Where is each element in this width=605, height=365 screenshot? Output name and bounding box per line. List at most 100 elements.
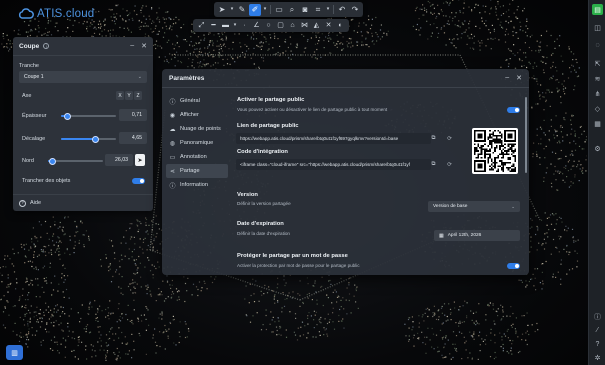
- help-icon[interactable]: ?: [592, 339, 603, 350]
- share-link-field[interactable]: https://webapp.atis.cloud/prism/share/bt…: [236, 133, 431, 144]
- refresh-icon[interactable]: ⟳: [445, 160, 454, 169]
- save-icon[interactable]: ▤: [592, 4, 603, 15]
- volume-icon[interactable]: ⌂: [287, 20, 298, 31]
- brush-icon[interactable]: ✐: [249, 3, 261, 16]
- chevron-down-icon[interactable]: ▾: [232, 20, 238, 31]
- version-select[interactable]: Version de base ⌄: [428, 201, 520, 212]
- search-icon[interactable]: ⌕: [286, 4, 298, 16]
- nord-input[interactable]: 26,03: [105, 154, 133, 166]
- password-toggle[interactable]: [507, 263, 520, 269]
- measure-toolbar: ⤢ ━ ▬ ▾ · ∠ ○ ▢ ⌂ ⋈ ◭ ✕ ◐: [193, 19, 349, 32]
- keyboard-icon[interactable]: ▦: [592, 118, 603, 129]
- circle-icon[interactable]: ○: [263, 20, 274, 31]
- minimize-icon[interactable]: –: [505, 74, 509, 82]
- epaisseur-input[interactable]: 0,71: [119, 109, 147, 121]
- info-icon[interactable]: i: [43, 43, 50, 49]
- cursor-icon[interactable]: ➤: [216, 4, 228, 16]
- embed-code-field[interactable]: <iframe class="cloud-iframe" src="https:…: [236, 159, 431, 170]
- visibility-icon[interactable]: ◐: [335, 20, 346, 31]
- nav-nuage-de-points[interactable]: ☁ Nuage de points: [166, 122, 228, 136]
- nav-general[interactable]: ⓘ Général: [166, 94, 228, 108]
- nav-annotation[interactable]: ▭ Annotation: [166, 150, 228, 164]
- qr-code-image: [474, 130, 516, 172]
- help-icon[interactable]: ?: [19, 199, 26, 207]
- decalage-input[interactable]: 4,65: [119, 132, 147, 144]
- chevron-down-icon[interactable]: ▾: [229, 4, 235, 16]
- share-title: Activer le partage public: [237, 97, 305, 103]
- public-share-toggle[interactable]: [507, 107, 520, 113]
- crop-icon[interactable]: ⌗: [312, 4, 324, 16]
- info-icon: ⓘ: [169, 99, 176, 106]
- pencil-icon[interactable]: ✎: [236, 4, 248, 16]
- comment-icon[interactable]: ▭: [273, 4, 285, 16]
- height-icon[interactable]: ◭: [311, 20, 322, 31]
- measure-distance-icon[interactable]: ⤢: [196, 20, 207, 31]
- gear-icon[interactable]: ✲: [592, 352, 603, 363]
- nord-slider[interactable]: [48, 157, 103, 165]
- cloud-logo-icon: [18, 8, 34, 20]
- nav-information[interactable]: ⓘ Information: [166, 178, 228, 192]
- expiry-title: Date d'expiration: [237, 221, 284, 227]
- measure-segment-icon[interactable]: ▬: [220, 20, 231, 31]
- cube-icon[interactable]: ◇: [592, 103, 603, 114]
- info-icon[interactable]: ⓘ: [592, 311, 603, 322]
- area-icon[interactable]: ▢: [275, 20, 286, 31]
- settings-scrollbar[interactable]: [525, 97, 527, 173]
- copy-icon[interactable]: ⧉: [429, 160, 438, 169]
- angle-icon[interactable]: ∠: [251, 20, 262, 31]
- tranche-select[interactable]: Coupe 1 ⌄: [19, 71, 147, 83]
- north-arrow-icon[interactable]: ➤: [135, 154, 145, 166]
- chevron-down-icon[interactable]: ▾: [262, 4, 268, 16]
- expiry-date-picker[interactable]: ▦ April 12th, 2026: [434, 230, 520, 241]
- nav-afficher[interactable]: ◉ Afficher: [166, 108, 228, 122]
- profile-icon[interactable]: ⋈: [299, 20, 310, 31]
- tranche-value: Coupe 1: [24, 74, 44, 80]
- link-title: Lien de partage public: [237, 123, 299, 129]
- nav-label: Nuage de points: [180, 126, 221, 132]
- chevron-down-icon[interactable]: ▾: [325, 4, 331, 16]
- axis-y-button[interactable]: Y: [125, 91, 133, 100]
- measure-line-icon[interactable]: ━: [208, 20, 219, 31]
- nav-label: Afficher: [180, 112, 199, 118]
- slider-knob[interactable]: [64, 112, 72, 120]
- nord-label: Nord: [22, 158, 34, 164]
- right-sidebar: ▤ ◫ ◌ ⇱ ≋ ⋔ ◇ ▦ ⚙ ⓘ ⁄ ? ✲: [588, 0, 605, 365]
- export-icon[interactable]: ⇱: [592, 58, 603, 69]
- decalage-slider[interactable]: [61, 135, 116, 143]
- redo-icon[interactable]: ↷: [349, 4, 361, 16]
- info-icon: ⓘ: [169, 183, 176, 190]
- refresh-icon[interactable]: ⟳: [445, 134, 454, 143]
- slider-knob[interactable]: [91, 135, 99, 143]
- map-icon[interactable]: ▥: [6, 345, 23, 360]
- epaisseur-slider[interactable]: [61, 112, 116, 120]
- partage-content: Activer le partage public Vous pouvez ac…: [236, 94, 522, 275]
- ruler-icon[interactable]: ·: [239, 20, 250, 31]
- qr-code: [472, 128, 518, 174]
- layers-icon[interactable]: ◫: [592, 22, 603, 33]
- close-icon[interactable]: ✕: [516, 74, 522, 82]
- close-icon[interactable]: ✕: [141, 42, 147, 50]
- nav-partage[interactable]: ⋖ Partage: [166, 164, 228, 178]
- minimize-icon[interactable]: –: [130, 42, 134, 50]
- nav-label: Partage: [180, 168, 200, 174]
- eye-icon: ◉: [169, 112, 176, 119]
- axis-toggle-group: X Y Z: [116, 91, 142, 100]
- trancher-toggle[interactable]: [132, 178, 145, 184]
- slider-knob[interactable]: [48, 157, 56, 165]
- axis-x-button[interactable]: X: [116, 91, 124, 100]
- logo-text: ATIS.cloud: [37, 8, 95, 20]
- chat-icon[interactable]: ◌: [592, 40, 603, 51]
- settings-icon[interactable]: ⚙: [592, 143, 603, 154]
- axis-z-button[interactable]: Z: [134, 91, 142, 100]
- share-icon[interactable]: ⋔: [592, 88, 603, 99]
- delete-measure-icon[interactable]: ✕: [323, 20, 334, 31]
- undo-icon[interactable]: ↶: [336, 4, 348, 16]
- tranche-label: Tranche: [19, 63, 39, 69]
- camera-icon[interactable]: ◙: [299, 4, 311, 16]
- help-link[interactable]: Aide: [30, 200, 41, 206]
- version-desc: Définir la version partagée: [237, 201, 291, 206]
- ruler-tool-icon[interactable]: ⁄: [592, 325, 603, 336]
- copy-icon[interactable]: ⧉: [429, 134, 438, 143]
- wifi-icon[interactable]: ≋: [592, 73, 603, 84]
- nav-panoramique[interactable]: ◍ Panoramique: [166, 136, 228, 150]
